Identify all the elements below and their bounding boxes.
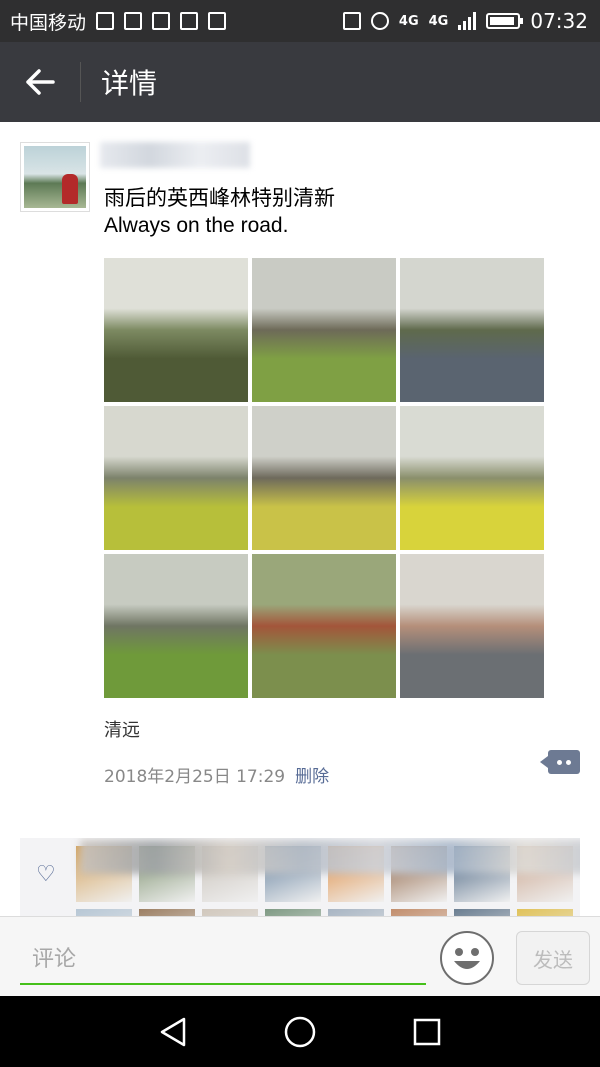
- clock: 07:32: [530, 9, 588, 33]
- photo-rapeseed-hills[interactable]: [104, 406, 248, 550]
- dot-icon: [557, 759, 562, 765]
- post-text-line2: Always on the road.: [104, 214, 289, 237]
- nav-recents-button[interactable]: [407, 1012, 447, 1052]
- mail-icon: [124, 12, 143, 30]
- title-bar: 详情: [0, 42, 600, 122]
- image-icon: [180, 12, 199, 30]
- navigation-bar: [0, 996, 600, 1067]
- triangle-back-icon: [161, 1017, 186, 1046]
- send-button[interactable]: 发送: [516, 931, 590, 985]
- status-left: 中国移动: [10, 8, 227, 35]
- heart-icon: ♡: [36, 862, 56, 887]
- photo-stone-bridge[interactable]: [104, 258, 248, 402]
- post-location[interactable]: 清远: [104, 716, 140, 742]
- back-arrow-icon: [26, 69, 55, 95]
- photo-village-water[interactable]: [400, 554, 544, 698]
- dot-icon: [566, 759, 571, 765]
- smiley-icon: [454, 948, 480, 969]
- author-name-blurred[interactable]: [100, 142, 250, 168]
- photo-grid: [104, 258, 546, 698]
- keyboard-icon: [208, 12, 227, 30]
- photo-village-path[interactable]: [104, 554, 248, 698]
- warning-icon: [152, 12, 171, 30]
- nav-back-button[interactable]: [153, 1012, 193, 1052]
- avatar-image: [24, 146, 86, 208]
- post-text: 雨后的英西峰林特别清新 Always on the road.: [104, 185, 335, 239]
- vibrate-icon: [342, 12, 361, 30]
- title-divider: [80, 62, 81, 102]
- network-type-label: 4G: [398, 13, 419, 29]
- nav-home-button[interactable]: [280, 1012, 320, 1052]
- battery-icon: [486, 13, 524, 29]
- emoji-button[interactable]: [440, 931, 494, 985]
- alarm-icon: [370, 12, 389, 30]
- likes-panel: ♡: [20, 838, 580, 918]
- delete-button[interactable]: 删除: [295, 762, 329, 787]
- usb-icon: [96, 12, 115, 30]
- photo-cow[interactable]: [252, 554, 396, 698]
- square-recents-icon: [413, 1018, 440, 1045]
- carrier-label: 中国移动: [10, 11, 87, 34]
- author-avatar[interactable]: [20, 142, 90, 212]
- signal-icon: [458, 12, 477, 30]
- circle-home-icon: [284, 1016, 316, 1047]
- network-type-label-2: 4G: [428, 13, 449, 29]
- status-right: 4G 4G 07:32: [342, 9, 588, 33]
- comment-bar: 发送: [0, 916, 600, 996]
- post-timestamp: 2018年2月25日 17:29: [104, 767, 286, 787]
- blurred-likers: [80, 840, 580, 874]
- status-bar: 中国移动 4G 4G 07:32: [0, 0, 600, 42]
- photo-karst-reflection[interactable]: [400, 258, 544, 402]
- photo-woman-field[interactable]: [252, 406, 396, 550]
- post-text-line1: 雨后的英西峰林特别清新: [104, 186, 335, 210]
- page-title: 详情: [101, 67, 158, 100]
- comment-more-button[interactable]: [540, 750, 580, 774]
- back-button[interactable]: [0, 42, 80, 122]
- post-meta: 2018年2月25日 17:29 删除: [104, 762, 329, 787]
- comment-input[interactable]: [20, 935, 426, 985]
- photo-karst-field[interactable]: [252, 258, 396, 402]
- photo-rapeseed-closeup[interactable]: [400, 406, 544, 550]
